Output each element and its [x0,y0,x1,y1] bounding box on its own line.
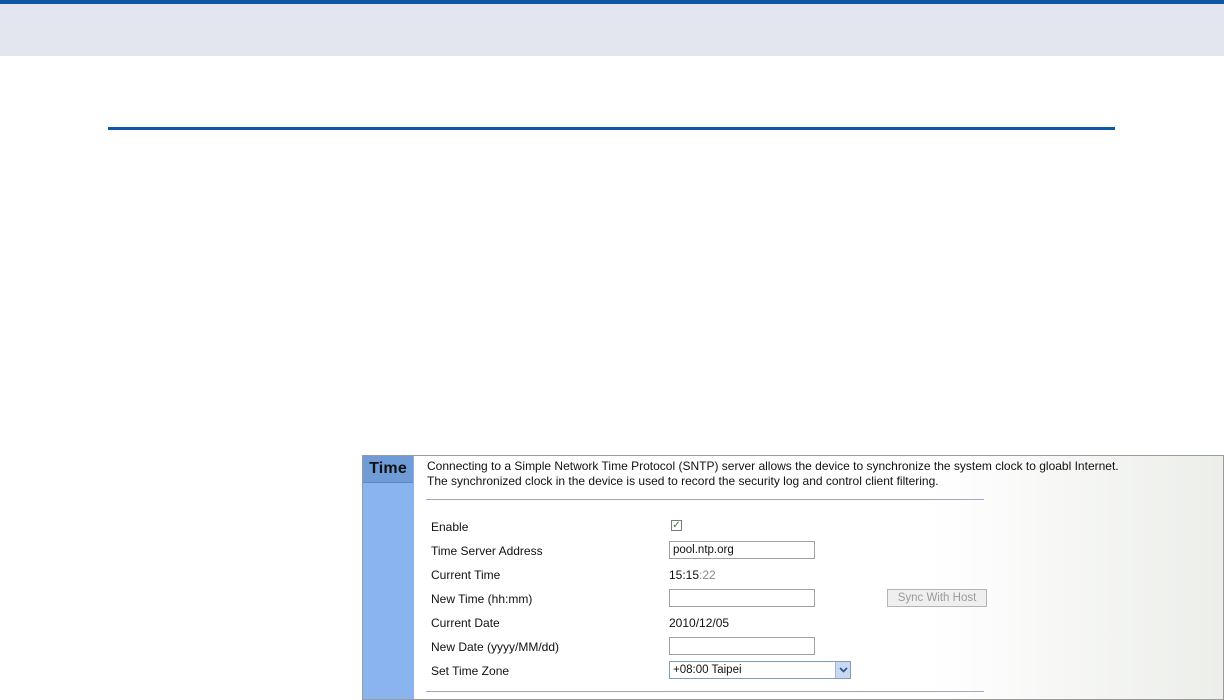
time-server-label: Time Server Address [431,544,543,558]
form-bottom-divider [426,691,984,692]
enable-checkbox[interactable]: ✓ [671,520,682,531]
new-time-label: New Time (hh:mm) [431,592,533,606]
time-zone-select[interactable]: +08:00 Taipei [669,661,851,679]
header-divider [108,127,1115,130]
current-date-value: 2010/12/05 [669,616,730,630]
current-time-hm: 15:15 [669,568,700,582]
description-line-2: The synchronized clock in the device is … [427,474,939,488]
new-date-label: New Date (yyyy/MM/dd) [431,640,560,654]
enable-label: Enable [431,520,469,534]
check-icon: ✓ [672,520,681,531]
current-time-value: 15:15:22 [669,568,716,582]
time-server-input[interactable]: pool.ntp.org [669,541,815,559]
panel-description: Connecting to a Simple Network Time Prot… [427,459,1223,489]
chevron-down-icon[interactable] [835,662,850,678]
panel-sidebar: Time [363,456,414,699]
current-time-label: Current Time [431,568,501,582]
new-time-input[interactable] [669,589,815,607]
time-settings-panel: Time Connecting to a Simple Network Time… [362,455,1224,700]
description-line-1: Connecting to a Simple Network Time Prot… [427,459,1119,473]
new-date-input[interactable] [669,637,815,655]
top-banner [0,0,1224,56]
panel-tab-time: Time [363,456,413,483]
sync-with-host-button[interactable]: Sync With Host [887,589,987,607]
time-zone-selected: +08:00 Taipei [673,664,742,676]
current-date-label: Current Date [431,616,500,630]
time-zone-label: Set Time Zone [431,664,510,678]
description-divider [426,499,984,500]
current-time-seconds: :22 [699,568,716,582]
